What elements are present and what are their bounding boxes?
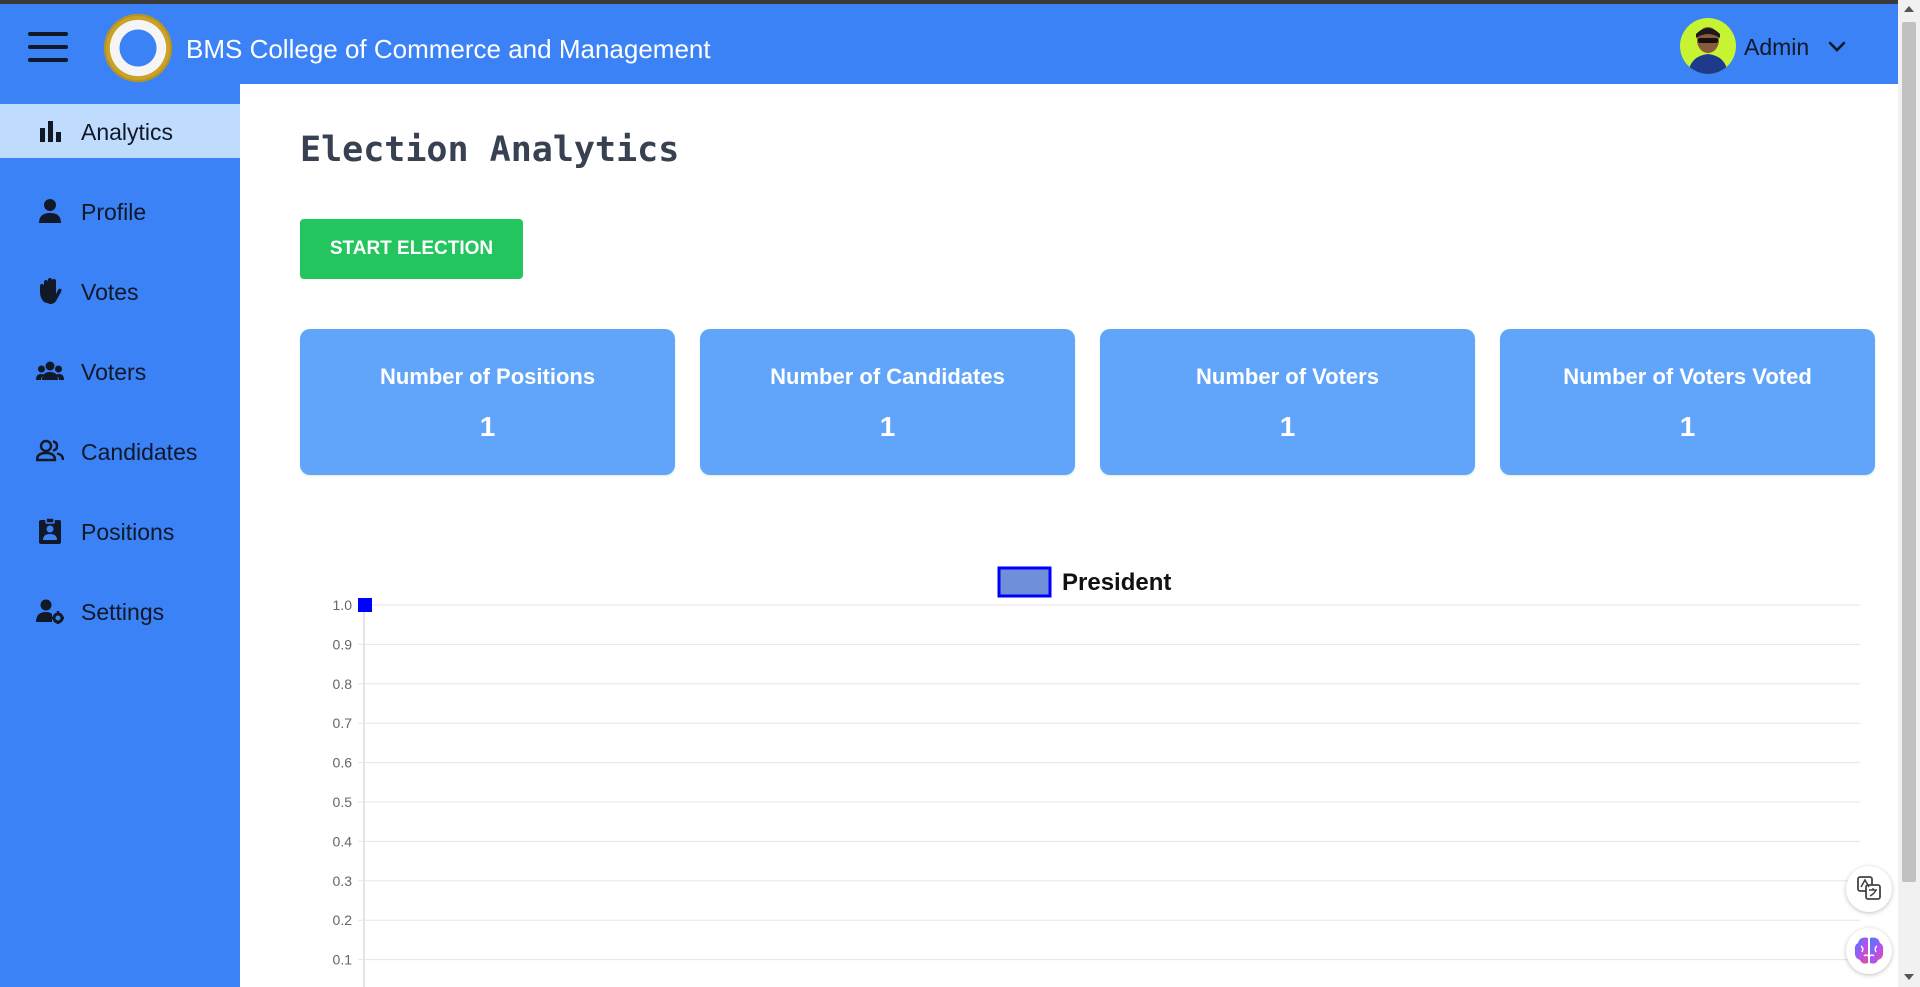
y-tick-label: 0.9	[333, 636, 353, 652]
brain-icon	[1854, 937, 1884, 964]
sidebar-item-label: Candidates	[81, 439, 198, 465]
college-name: BMS College of Commerce and Management	[186, 34, 711, 64]
bar-chart-icon	[40, 121, 61, 142]
y-tick-label: 0.1	[333, 952, 353, 968]
sidebar-item-profile[interactable]: Profile	[0, 184, 240, 238]
hamburger-menu-icon[interactable]	[28, 32, 68, 62]
legend-swatch	[997, 566, 1052, 598]
translate-button[interactable]	[1846, 866, 1892, 912]
sidebar-item-votes[interactable]: Votes	[0, 264, 240, 318]
sidebar-item-analytics[interactable]: Analytics	[0, 104, 240, 158]
y-tick-label: 0.4	[333, 833, 353, 849]
sidebar-item-candidates[interactable]: Candidates	[0, 424, 240, 478]
y-tick-label: 0.8	[333, 676, 353, 692]
chevron-down-icon[interactable]	[1828, 38, 1846, 56]
main-content: Election Analytics START ELECTION Number…	[240, 84, 1898, 987]
translate-icon	[1857, 876, 1881, 900]
scroll-up-arrow-icon[interactable]	[1904, 6, 1914, 12]
user-gear-icon	[36, 599, 64, 624]
sidebar: Analytics Profile Votes Voters Candidate…	[0, 84, 240, 987]
person-icon	[39, 199, 61, 223]
data-point	[358, 598, 372, 612]
college-logo	[104, 14, 172, 82]
votes-chart: 1.0 0.9 0.8 0.7 0.6 0.5 0.4 0.3 0.2 0.1 President	[333, 566, 1860, 987]
avatar[interactable]	[1680, 18, 1736, 74]
scroll-thumb[interactable]	[1902, 22, 1916, 882]
group-icon	[36, 361, 64, 380]
top-navbar: BMS College of Commerce and Management A…	[0, 4, 1898, 84]
sidebar-item-label: Settings	[81, 599, 165, 625]
hand-icon	[40, 278, 62, 304]
sidebar-item-positions[interactable]: Positions	[0, 504, 240, 558]
admin-dropdown[interactable]: Admin	[1744, 34, 1809, 61]
people-icon	[36, 439, 64, 462]
sidebar-item-settings[interactable]: Settings	[0, 584, 240, 638]
assistant-button[interactable]	[1846, 928, 1892, 974]
sidebar-item-label: Analytics	[81, 119, 174, 145]
y-tick-label: 0.3	[333, 873, 353, 889]
badge-icon	[39, 518, 61, 544]
sidebar-item-label: Profile	[81, 199, 147, 225]
sidebar-item-label: Positions	[81, 519, 175, 545]
scroll-down-arrow-icon[interactable]	[1904, 974, 1914, 980]
sidebar-item-label: Votes	[81, 279, 139, 305]
legend-label: President	[1062, 569, 1171, 596]
sidebar-item-label: Voters	[81, 359, 147, 385]
y-tick-label: 1.0	[333, 597, 353, 613]
sidebar-item-voters[interactable]: Voters	[0, 344, 240, 398]
page-scrollbar[interactable]	[1898, 0, 1920, 987]
y-tick-label: 0.7	[333, 715, 353, 731]
y-tick-label: 0.5	[333, 794, 353, 810]
y-tick-label: 0.6	[333, 755, 353, 771]
y-tick-label: 0.2	[333, 912, 353, 928]
